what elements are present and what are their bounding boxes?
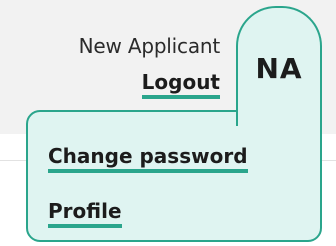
- avatar-initials: NA: [255, 52, 303, 85]
- user-name: New Applicant: [78, 34, 221, 58]
- logout-link[interactable]: Logout: [141, 72, 220, 99]
- change-password-link[interactable]: Change password: [48, 146, 248, 173]
- dropdown-connector: [238, 104, 320, 114]
- profile-link[interactable]: Profile: [48, 201, 122, 228]
